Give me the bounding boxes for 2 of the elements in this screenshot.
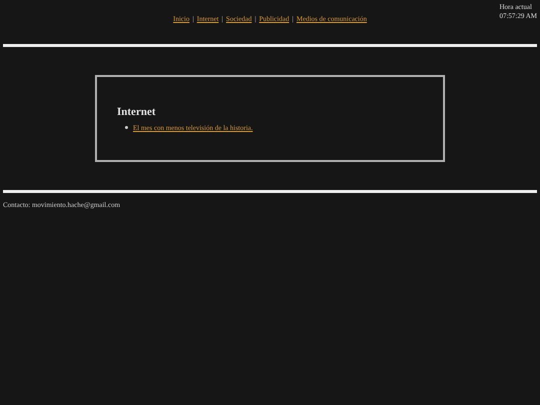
section-title: Internet [117, 106, 156, 118]
bullet-icon [125, 126, 128, 129]
